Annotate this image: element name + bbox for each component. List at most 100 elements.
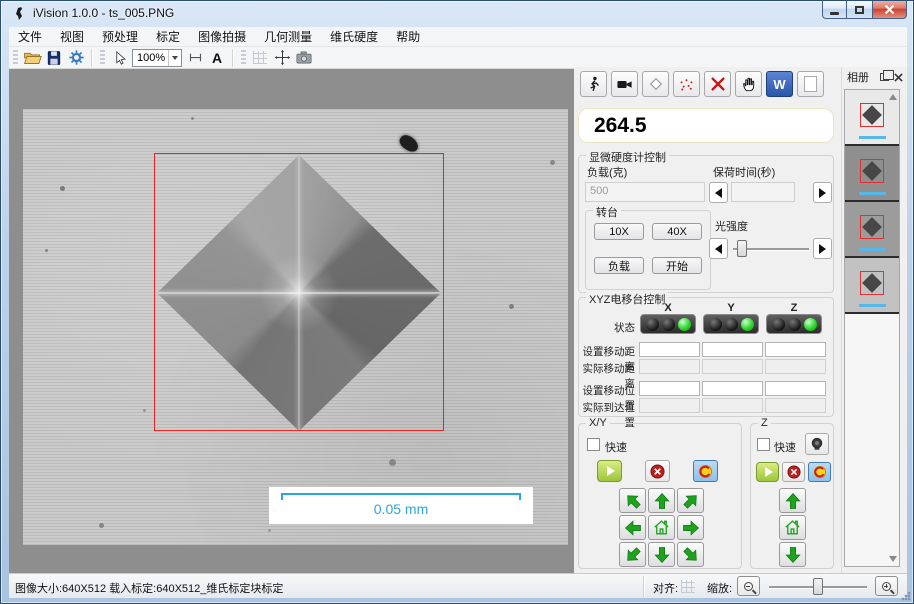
- align-grid-icon[interactable]: [681, 580, 695, 593]
- xy-start-button[interactable]: [597, 460, 622, 482]
- xy-fast-label: 快速: [605, 439, 627, 455]
- z-fast-label: 快速: [774, 439, 796, 455]
- z-power-button[interactable]: [808, 462, 831, 482]
- menu-preprocess[interactable]: 预处理: [93, 27, 147, 46]
- slider-thumb[interactable]: [737, 240, 747, 257]
- turret-load-button[interactable]: 负载: [594, 257, 644, 274]
- view-zoom-slider[interactable]: [769, 576, 867, 597]
- z-stop-button[interactable]: [782, 462, 805, 482]
- xy-jog-down-button[interactable]: [648, 542, 675, 567]
- camera-icon: [295, 50, 313, 65]
- statusbar: 图像大小:640X512 载入标定:640X512_维氏标定块标定 对齐: 缩放…: [9, 573, 907, 598]
- zoom-combobox[interactable]: 100%: [132, 49, 182, 67]
- live-video-button[interactable]: [611, 71, 638, 97]
- xy-jog-up-left-button[interactable]: [619, 488, 646, 513]
- thumbnail-indent: [862, 217, 882, 237]
- crosshair-move-button[interactable]: [271, 48, 293, 68]
- zoom-in-button[interactable]: [875, 576, 898, 596]
- z-jog-up-button[interactable]: [779, 488, 806, 513]
- z-fast-checkbox[interactable]: [757, 438, 770, 451]
- pointer-tool-button[interactable]: [108, 48, 130, 68]
- slider-thumb[interactable]: [813, 578, 823, 595]
- grid-overlay-button[interactable]: [249, 48, 271, 68]
- scroll-down-arrow[interactable]: [889, 556, 897, 562]
- menu-image-capture[interactable]: 图像拍摄: [189, 27, 255, 46]
- dwell-decrease-button[interactable]: [709, 182, 728, 203]
- xy-jog-up-button[interactable]: [648, 488, 675, 513]
- thumbnail-2[interactable]: [845, 146, 899, 202]
- xy-jog-up-right-button[interactable]: [677, 488, 704, 513]
- settings-button[interactable]: [65, 48, 87, 68]
- z-autofocus-button[interactable]: [805, 433, 829, 455]
- scale-bar: 0.05 mm: [269, 487, 533, 524]
- scroll-up-arrow[interactable]: [889, 94, 897, 100]
- points-tool-button[interactable]: [673, 71, 700, 97]
- new-report-button[interactable]: [797, 71, 824, 97]
- open-file-button[interactable]: [21, 48, 43, 68]
- statusbar-info: 图像大小:640X512 载入标定:640X512_维氏标定块标定: [15, 580, 283, 596]
- zoom-out-button[interactable]: [737, 576, 760, 596]
- light-decrease-button[interactable]: [709, 238, 728, 259]
- menu-file[interactable]: 文件: [9, 27, 51, 46]
- x-axis-status-light: [640, 314, 696, 334]
- thumbnail-indent: [862, 273, 882, 293]
- xy-power-button[interactable]: [693, 460, 718, 482]
- save-button[interactable]: [43, 48, 65, 68]
- z-jog-down-button[interactable]: [779, 542, 806, 567]
- camera-capture-button[interactable]: [293, 48, 315, 68]
- xy-fast-checkbox[interactable]: [587, 438, 600, 451]
- menu-view[interactable]: 视图: [51, 27, 93, 46]
- xy-jog-down-left-button[interactable]: [619, 542, 646, 567]
- turret-40x-button[interactable]: 40X: [652, 223, 702, 240]
- export-word-button[interactable]: W: [766, 71, 793, 97]
- z-set-position-field[interactable]: [765, 381, 826, 396]
- y-actual-distance-field: [702, 359, 763, 374]
- minimize-button[interactable]: [822, 1, 847, 19]
- menu-vickers-hardness[interactable]: 维氏硬度: [321, 27, 387, 46]
- light-intensity-slider[interactable]: [733, 238, 809, 259]
- save-floppy-icon: [46, 50, 62, 66]
- statusbar-separator: [643, 576, 644, 597]
- y-set-position-field[interactable]: [702, 381, 763, 396]
- xy-jog-left-button[interactable]: [619, 515, 646, 540]
- z-start-button[interactable]: [756, 462, 779, 482]
- microscope-image[interactable]: 0.05 mm: [23, 109, 568, 545]
- thumbnail-4[interactable]: [845, 258, 899, 314]
- z-home-button[interactable]: [779, 515, 806, 540]
- zoom-combobox-dropdown[interactable]: [168, 50, 181, 66]
- y-set-distance-field[interactable]: [702, 342, 763, 357]
- power-swirl-icon: [813, 465, 827, 479]
- toolbar-grip: [13, 50, 18, 66]
- auto-measure-button[interactable]: [580, 71, 607, 97]
- thumbnail-3[interactable]: [845, 202, 899, 258]
- resize-grip[interactable]: [901, 591, 911, 601]
- turret-10x-button[interactable]: 10X: [594, 223, 644, 240]
- menu-help[interactable]: 帮助: [387, 27, 429, 46]
- diamond-measure-button[interactable]: [642, 71, 669, 97]
- pan-tool-button[interactable]: [735, 71, 762, 97]
- float-panel-icon[interactable]: [880, 73, 889, 81]
- close-icon: [884, 4, 895, 15]
- turret-start-button[interactable]: 开始: [652, 257, 702, 274]
- x-set-distance-field[interactable]: [639, 342, 700, 357]
- menu-geometry-measure[interactable]: 几何测量: [255, 27, 321, 46]
- dwell-increase-button[interactable]: [813, 182, 832, 203]
- maximize-button[interactable]: [847, 1, 873, 19]
- xy-jog-right-button[interactable]: [677, 515, 704, 540]
- z-set-distance-field[interactable]: [765, 342, 826, 357]
- image-canvas[interactable]: 0.05 mm: [9, 69, 574, 573]
- xy-home-button[interactable]: [648, 515, 675, 540]
- menu-calibration[interactable]: 标定: [147, 27, 189, 46]
- measurement-roi-rectangle[interactable]: [154, 153, 444, 431]
- delete-measure-button[interactable]: [704, 71, 731, 97]
- led-off: [709, 318, 722, 331]
- close-button[interactable]: [873, 1, 907, 19]
- y-axis-status-light: [703, 314, 759, 334]
- text-tool-button[interactable]: A: [206, 48, 228, 68]
- xy-jog-down-right-button[interactable]: [677, 542, 704, 567]
- xy-stop-button[interactable]: [645, 460, 670, 482]
- light-increase-button[interactable]: [813, 238, 832, 259]
- album-close-icon[interactable]: [894, 73, 903, 82]
- x-set-position-field[interactable]: [639, 381, 700, 396]
- measure-tool-button[interactable]: [184, 48, 206, 68]
